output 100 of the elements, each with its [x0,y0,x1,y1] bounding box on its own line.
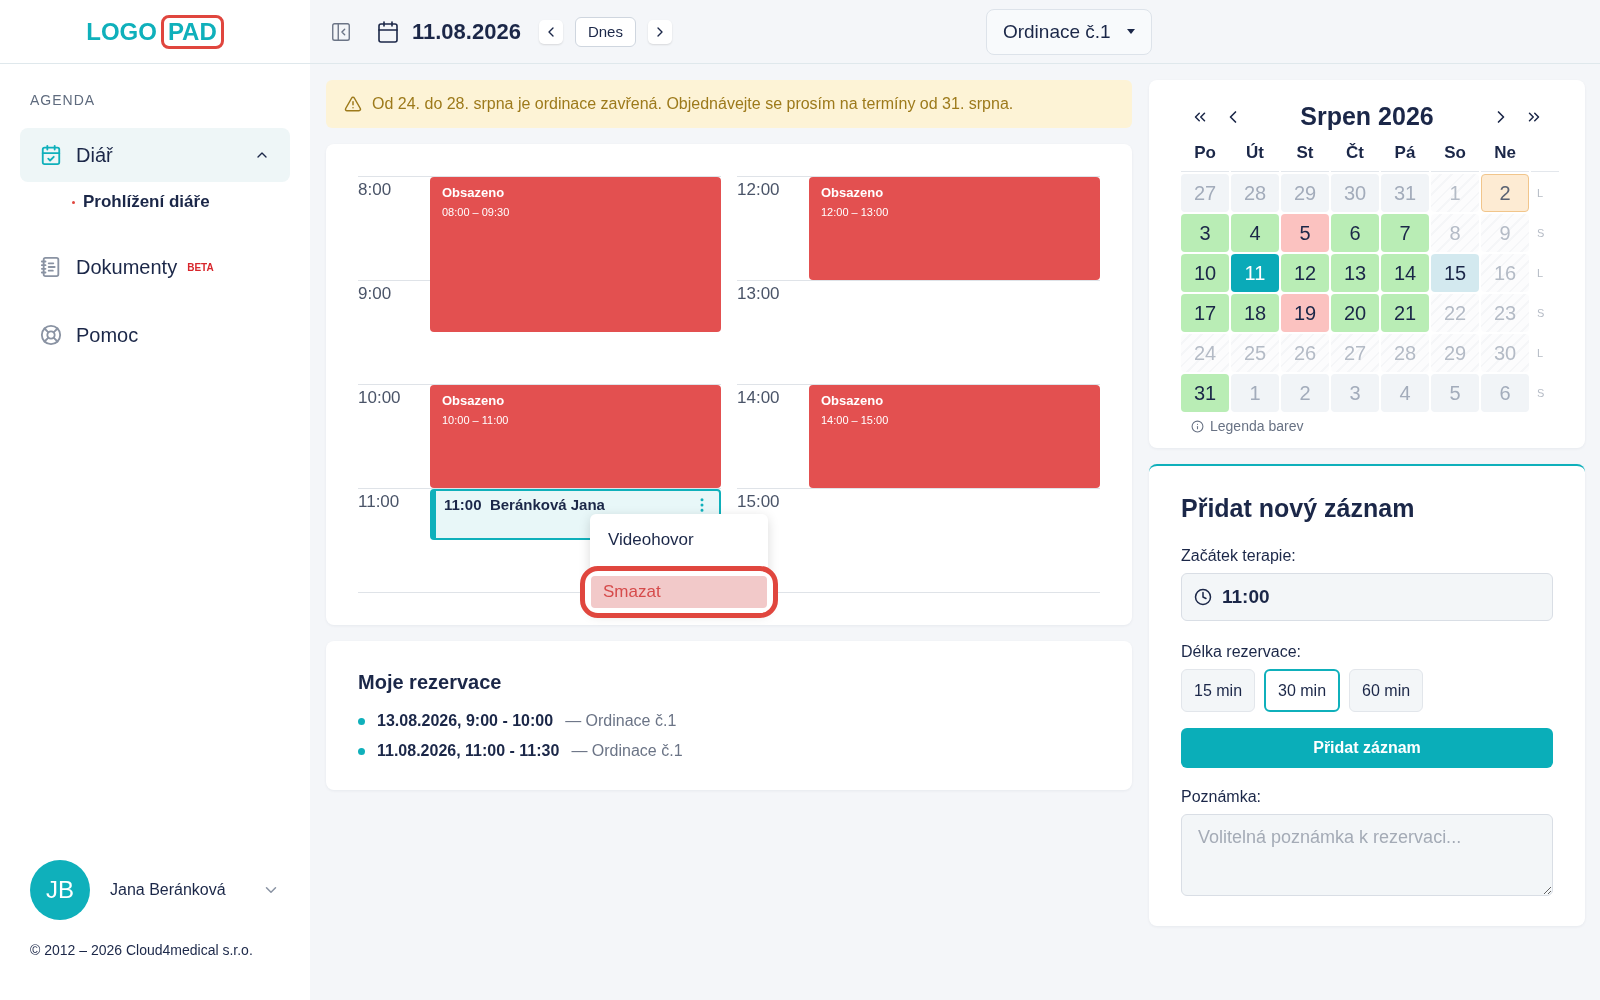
calendar-day[interactable]: 2 [1481,174,1529,212]
logo-text: LOGO [86,17,157,46]
alert-text: Od 24. do 28. srpna je ordinace zavřená. Objednávejte se prosím na termíny od 31. srpna. [372,95,1014,113]
hour-label: 13:00 [737,283,781,304]
calendar-day[interactable]: 20 [1331,294,1379,332]
previous-day-button[interactable] [538,19,563,44]
duration-option[interactable]: 60 min [1349,669,1424,712]
week-parity: S [1536,306,1546,321]
info-icon [1191,419,1204,433]
slot-title: Obsazeno [442,393,506,408]
calendar-day[interactable]: 3 [1331,374,1379,412]
beta-label: BETA [187,261,214,273]
hour-label: 9:00 [358,283,393,304]
weekday-label: Ne [1481,143,1529,172]
section-label: AGENDA [29,92,97,108]
reservation-time: 11.08.2026, 11:00 - 11:30 [377,742,560,760]
busy-slot[interactable]: Obsazeno 14:00 – 15:00 [809,385,1100,488]
slot-title: Obsazeno [821,393,885,408]
nav-label: Diář [76,143,113,167]
menu-item[interactable]: Smazat [591,576,767,608]
calendar-day[interactable]: 21 [1381,294,1429,332]
sidebar-toggle-icon[interactable] [330,20,352,43]
nav-label: Pomoc [76,323,139,347]
next-day-button[interactable] [647,19,672,44]
weekday-label: So [1431,143,1479,172]
slot-time: 08:00 – 09:30 [442,206,511,218]
today-button[interactable]: Dnes [574,16,636,47]
calendar-day[interactable]: 6 [1331,214,1379,252]
calendar-check-icon [40,144,62,166]
slot-time: 10:00 – 11:00 [442,414,510,426]
reservation-place: — Ordinace č.1 [565,712,677,730]
nav-item[interactable]: Pomoc [20,308,290,362]
bullet-icon [358,717,365,725]
calendar-day[interactable]: 17 [1181,294,1229,332]
calendar-day[interactable]: 10 [1181,254,1229,292]
sub-nav-item[interactable]: Prohlížení diáře [20,192,290,212]
busy-slot[interactable]: Obsazeno 12:00 – 13:00 [809,177,1100,280]
busy-slot[interactable]: Obsazeno 08:00 – 09:30 [430,177,721,332]
calendar-day[interactable]: 19 [1281,294,1329,332]
week-parity: L [1536,346,1545,361]
note-field[interactable]: Volitelná poznámka k rezervaci... [1181,814,1553,896]
busy-slot[interactable]: Obsazeno 10:00 – 11:00 [430,385,721,488]
current-date: 11.08.2026 [412,18,521,45]
calendar-day[interactable]: 31 [1381,174,1429,212]
week-parity: L [1536,186,1545,201]
clock-icon [1194,588,1212,606]
calendar-day[interactable]: 15 [1431,254,1479,292]
calendar-day[interactable]: 4 [1381,374,1429,412]
nav-label: Dokumenty [76,255,178,279]
reservation-time: 13.08.2026, 9:00 - 10:00 [377,712,554,730]
caret-icon [1126,29,1135,34]
calendar-day[interactable]: 27 [1181,174,1229,212]
calendar-day[interactable]: 18 [1231,294,1279,332]
calendar-day[interactable]: 5 [1431,374,1479,412]
calendar-day[interactable]: 12 [1281,254,1329,292]
notebook-icon [40,256,62,278]
hour-label: 12:00 [737,179,781,200]
calendar-day[interactable]: 30 [1331,174,1379,212]
card-title: Přidat nový záznam [1181,494,1416,523]
calendar-day[interactable]: 28 [1231,174,1279,212]
calendar-day[interactable]: 29 [1281,174,1329,212]
warning-icon [344,95,362,113]
nav-item[interactable]: Dokumenty BETA [20,240,290,294]
calendar-day[interactable]: 7 [1381,214,1429,252]
calendar-day[interactable]: 1 [1231,374,1279,412]
calendar-day[interactable]: 3 [1181,214,1229,252]
duration-option[interactable]: 30 min [1264,669,1341,712]
reservation-place: — Ordinace č.1 [571,742,683,760]
calendar-day[interactable]: 16 [1481,254,1529,292]
calendar-day[interactable]: 11 [1231,254,1279,292]
logo-text: PAD [160,14,224,49]
card-title: Moje rezervace [358,671,503,694]
location-dropdown[interactable]: Ordinace č.1 [985,8,1152,55]
calendar-day[interactable]: 6 [1481,374,1529,412]
user-name: Jana Beránková [110,881,227,899]
calendar-day[interactable]: 26 [1281,334,1329,372]
calendar-day[interactable]: 14 [1381,254,1429,292]
user-avatar[interactable]: JB [30,860,90,920]
calendar-day[interactable]: 5 [1281,214,1329,252]
hour-label: 15:00 [737,491,781,512]
weekday-label: Čt [1331,143,1379,172]
calendar-day[interactable]: 13 [1331,254,1379,292]
legend-link[interactable]: Legenda barev [1210,418,1304,434]
slot-time: 14:00 – 15:00 [821,414,890,426]
time-field[interactable]: 11:00 [1181,573,1553,621]
calendar-day[interactable]: 28 [1381,334,1429,372]
copyright-text: © 2012 – 2026 Cloud4medical s.r.o. [29,942,254,960]
duration-option[interactable]: 15 min [1181,669,1256,712]
calendar-day[interactable]: 2 [1281,374,1329,412]
calendar-day[interactable]: 31 [1181,374,1229,412]
calendar-day[interactable]: 4 [1231,214,1279,252]
week-parity: L [1536,266,1545,281]
slot-title: Obsazeno [442,185,506,200]
month-title: Srpen 2026 [1299,102,1435,131]
weekday-label: Út [1231,143,1279,172]
week-parity: S [1536,386,1546,401]
add-record-button[interactable]: Přidat záznam [1181,728,1553,768]
field-label: Začátek terapie: [1181,547,1297,565]
nav-item[interactable]: Diář [20,128,290,182]
booking-title: 11:00 Beránková Jana [444,496,606,513]
